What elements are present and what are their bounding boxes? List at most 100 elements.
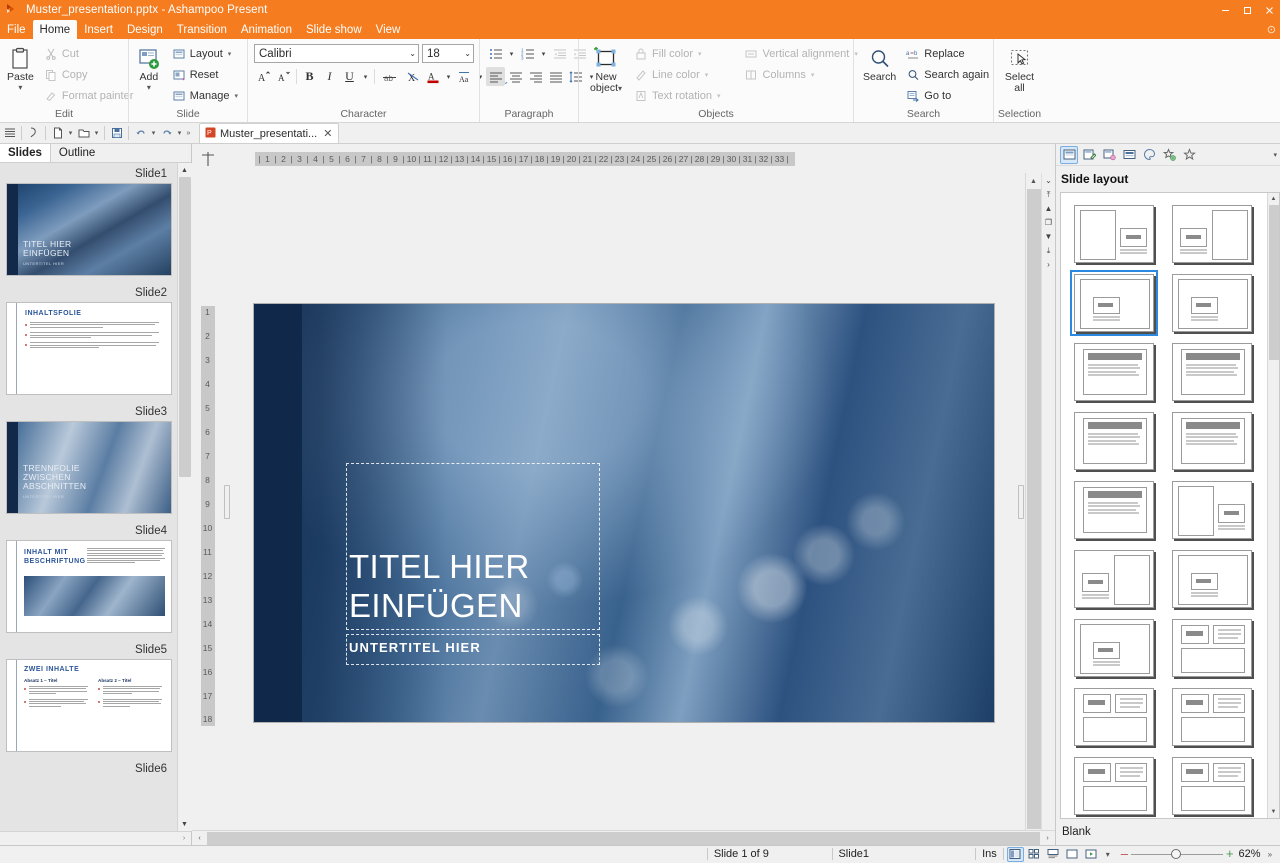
horizontal-ruler[interactable]: | 1 | 2 | 3 | 4 | 5 | 6 | 7 | 8 | 9 | 10 | 11 | 12 | 13 | 14 | 15 | 16 |…	[255, 151, 795, 166]
canvas-horizontal-scrollbar[interactable]: ‹ ›	[192, 830, 1055, 845]
vertical-alignment-button[interactable]: Vertical alignment ▾	[740, 44, 861, 64]
layout-option-title-and-content-3[interactable]	[1065, 406, 1163, 475]
chevron-down-icon[interactable]: ⌄	[409, 49, 416, 58]
title-placeholder[interactable]: TITEL HIER EINFÜGEN	[346, 463, 600, 630]
paste-caret-icon[interactable]: ▾	[18, 84, 22, 92]
help-icon[interactable]: ⊙	[1267, 23, 1276, 36]
slide-thumbnail[interactable]: TRENNFOLIE ZWISCHEN ABSCHNITTEN UNTERTITEL…	[6, 421, 172, 514]
reset-button[interactable]: Reset	[168, 65, 242, 85]
scrollbar-thumb[interactable]	[1026, 189, 1041, 829]
close-button[interactable]	[1258, 0, 1280, 20]
search-again-button[interactable]: Search again	[902, 65, 993, 85]
minimize-button[interactable]	[1214, 0, 1236, 20]
columns-button[interactable]: Columns ▾	[740, 65, 861, 85]
slide-design-icon[interactable]	[1080, 146, 1098, 164]
select-all-button[interactable]: Select all	[999, 44, 1040, 94]
layout-option-two-content-top-5[interactable]	[1163, 751, 1261, 818]
layout-option-pic-left-text-right-2[interactable]	[1163, 475, 1261, 544]
change-case-button[interactable]: Aa	[455, 67, 474, 86]
zoom-in-button[interactable]: +	[1226, 847, 1234, 860]
menu-design[interactable]: Design	[120, 20, 170, 39]
list-item[interactable]: Slide6	[0, 758, 177, 784]
layout-button[interactable]: Layout ▾	[168, 44, 242, 64]
quickbar-overflow-button[interactable]: »	[184, 124, 193, 143]
format-painter-button[interactable]: Format painter	[40, 86, 138, 106]
layout-option-pic-left-text-right[interactable]	[1065, 199, 1163, 268]
new-doc-caret-icon[interactable]: ▾	[66, 124, 75, 143]
scroll-down-icon[interactable]: ▼	[177, 817, 192, 831]
scrollbar-thumb[interactable]	[178, 177, 191, 477]
slide-master-icon[interactable]	[1120, 146, 1138, 164]
menu-insert[interactable]: Insert	[77, 20, 120, 39]
undo-caret-icon[interactable]: ▾	[149, 124, 158, 143]
decrease-font-size-button[interactable]: A	[274, 67, 293, 86]
layout-option-title-and-content-2[interactable]	[1163, 337, 1261, 406]
text-rotation-caret-icon[interactable]: ▾	[717, 92, 721, 100]
redo-caret-icon[interactable]: ▾	[175, 124, 184, 143]
maximize-button[interactable]	[1236, 0, 1258, 20]
decrease-indent-button[interactable]	[550, 44, 569, 63]
view-options-caret-icon[interactable]: ▾	[1102, 850, 1114, 859]
list-item[interactable]: Slide4 INHALT MIT BESCHRIFTUNG	[0, 520, 177, 639]
menu-transition[interactable]: Transition	[170, 20, 234, 39]
menu-animation[interactable]: Animation	[234, 20, 299, 39]
layout-option-center-box-3[interactable]	[1163, 544, 1261, 613]
layout-option-center-box-4[interactable]	[1065, 613, 1163, 682]
color-scheme-icon[interactable]	[1140, 146, 1158, 164]
reading-view-icon[interactable]	[1064, 847, 1081, 862]
slide-thumbnail[interactable]: INHALT MIT BESCHRIFTUNG	[6, 540, 172, 633]
underline-button[interactable]: U	[340, 67, 359, 86]
zoom-out-button[interactable]: –	[1121, 847, 1128, 860]
redo-icon[interactable]	[158, 124, 175, 143]
go-to-last-icon[interactable]: ⤓	[1043, 245, 1055, 256]
ruler-origin-icon[interactable]	[192, 144, 223, 173]
task-pane-scrollbar[interactable]: ▲ ▼	[1267, 193, 1279, 818]
cut-button[interactable]: Cut	[40, 44, 138, 64]
slides-panel-scrollbar[interactable]: ▲ ▼	[177, 163, 192, 831]
increase-font-size-button[interactable]: A	[254, 67, 273, 86]
add-slide-button[interactable]: Add ▾	[136, 44, 162, 92]
add-slide-caret-icon[interactable]: ▾	[147, 84, 151, 92]
font-color-button[interactable]: A	[423, 67, 442, 86]
align-right-button[interactable]	[526, 67, 545, 86]
chevron-down-icon[interactable]: ⌄	[464, 49, 471, 58]
layout-option-two-content-top[interactable]	[1163, 613, 1261, 682]
scroll-right-icon[interactable]: ›	[1040, 831, 1055, 846]
tab-slides[interactable]: Slides	[0, 144, 51, 162]
zoom-control[interactable]: – + 62% »	[1117, 847, 1280, 860]
status-overflow-button[interactable]: »	[1264, 850, 1276, 859]
font-color-caret-icon[interactable]: ▾	[443, 67, 454, 86]
manage-button[interactable]: Manage ▾	[168, 86, 242, 106]
save-icon[interactable]	[108, 124, 125, 143]
zoom-slider-knob[interactable]	[1170, 848, 1181, 859]
bold-button[interactable]: B	[300, 67, 319, 86]
scrollbar-track[interactable]	[177, 177, 192, 817]
list-item[interactable]: Slide3 TRENNFOLIE ZWISCHEN ABSCHNITTEN UNT…	[0, 401, 177, 520]
bulleted-list-button[interactable]	[486, 44, 505, 63]
new-doc-icon[interactable]	[49, 124, 66, 143]
animation-add-icon[interactable]	[1160, 146, 1178, 164]
copy-button[interactable]: Copy	[40, 65, 138, 85]
layout-option-text-left-pic-right-2[interactable]	[1065, 544, 1163, 613]
align-left-button[interactable]	[486, 67, 505, 86]
go-to-first-icon[interactable]: ⤒	[1043, 189, 1055, 200]
move-down-icon[interactable]: ▼	[1043, 231, 1055, 242]
slide-editing-stage[interactable]: TITEL HIER EINFÜGEN UNTERTITEL HIER	[254, 304, 994, 722]
slide-thumbnail[interactable]: INHALTSFOLIE	[6, 302, 172, 395]
list-item[interactable]: Slide5 ZWEI INHALTE Absatz 1 – Titel Abs…	[0, 639, 177, 758]
scrollbar-thumb[interactable]	[207, 831, 1040, 845]
duplicate-icon[interactable]: ❐	[1043, 217, 1055, 228]
bulleted-list-caret-icon[interactable]: ▾	[506, 44, 517, 63]
slide-transition-icon[interactable]	[1100, 146, 1118, 164]
scroll-up-icon[interactable]: ▲	[1268, 193, 1280, 205]
new-object-button[interactable]: New object▾	[590, 44, 622, 94]
italic-button[interactable]: I	[320, 67, 339, 86]
text-rotation-button[interactable]: Text rotation ▾	[630, 86, 724, 106]
canvas-vertical-scrollbar[interactable]: ▲ ▼ ⌃ ⌄	[1025, 173, 1041, 830]
sidebar-icon[interactable]	[1, 124, 18, 143]
scroll-right-icon[interactable]: ›	[177, 832, 191, 846]
clear-formatting-button[interactable]: X	[403, 67, 422, 86]
slide-canvas[interactable]: TITEL HIER EINFÜGEN UNTERTITEL HIER	[231, 173, 1017, 830]
manage-caret-icon[interactable]: ▾	[234, 92, 238, 100]
undo-icon[interactable]	[132, 124, 149, 143]
